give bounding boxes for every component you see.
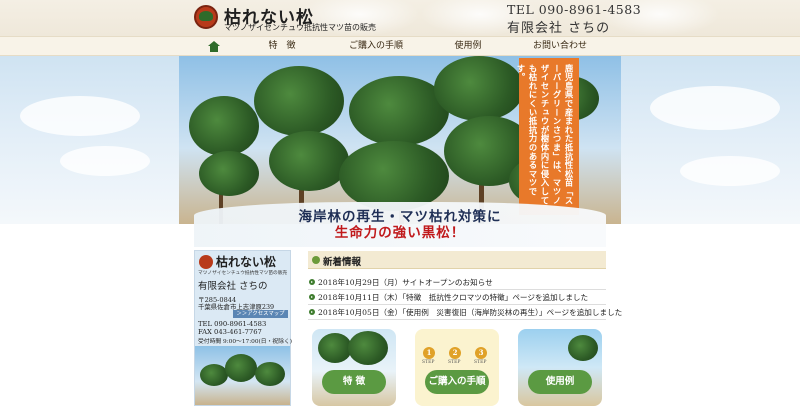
sidebar-company: 有限会社 さちの (198, 281, 268, 292)
nav-item-contact[interactable]: お問い合わせ (522, 37, 598, 56)
news-heading: 新着情報 (323, 257, 362, 268)
news-item-text[interactable]: 2018年10月05日（金）「使用例 災害復旧（海岸防災林の再生）」ページを追加… (318, 307, 622, 318)
card-purchase-label[interactable]: ご購入の手順 (425, 370, 489, 394)
step-2-icon: 2 (449, 347, 461, 359)
circle-arrow-icon (309, 294, 315, 300)
news-item[interactable]: 2018年10月29日（月）サイトオープンのお知らせ (308, 276, 606, 290)
news-item[interactable]: 2018年10月05日（金）「使用例 災害復旧（海岸防災林の再生）」ページを追加… (308, 306, 622, 320)
global-nav: 特 徴 ご購入の手順 使用例 お問い合わせ (0, 36, 800, 56)
pine-logo-icon (199, 255, 213, 269)
nav-item-features[interactable]: 特 徴 (250, 37, 314, 56)
sidebar-subtitle: マツノザイセンチュウ抵抗性マツ苗の販売 (198, 271, 288, 276)
sidebar-title: 枯れない松 (216, 255, 277, 269)
sidebar-hours: 受付時間 9:00〜17:00(日・祝除く) (198, 339, 293, 345)
step-label: STEP (422, 360, 435, 365)
site-header: 枯れない松 マツノザイセンチュウ抵抗性マツ苗の販売 TEL 090-8961-4… (0, 0, 800, 36)
hero-vertical-text: 鹿児島県で産まれた抵抗性松苗「スーパーグリーンさつま」は、マツノザイセンチュウが… (516, 58, 579, 215)
header-tel: TEL 090-8961-4583 (507, 2, 642, 17)
step-label: STEP (474, 360, 487, 365)
circle-arrow-icon (309, 309, 315, 315)
catch-line-2: 生命力の強い黒松！ (334, 225, 466, 241)
card-features[interactable]: 特 徴 (312, 329, 396, 406)
news-item-text[interactable]: 2018年10月11日（木）「特徴 抵抗性クロマツの特徴」ページを追加しました (318, 292, 588, 303)
card-examples-label[interactable]: 使用例 (528, 370, 592, 394)
sidebar-fax: FAX 043-461-7767 (198, 328, 262, 336)
step-1-icon: 1 (423, 347, 435, 359)
nav-item-purchase[interactable]: ご購入の手順 (334, 37, 418, 56)
header-company: 有限会社 さちの (507, 21, 611, 36)
leaf-icon (312, 256, 320, 264)
news-item[interactable]: 2018年10月11日（木）「特徴 抵抗性クロマツの特徴」ページを追加しました (308, 291, 606, 305)
circle-arrow-icon (309, 279, 315, 285)
card-purchase[interactable]: 1 2 3 STEP STEP STEP ご購入の手順 (415, 329, 499, 406)
card-features-label[interactable]: 特 徴 (322, 370, 386, 394)
step-label: STEP (448, 360, 461, 365)
site-subtitle: マツノザイセンチュウ抵抗性マツ苗の販売 (224, 23, 376, 32)
sidebar-tel: TEL 090-8961-4583 (198, 320, 267, 328)
access-map-link[interactable]: ＞＞アクセスマップ (233, 310, 288, 318)
pine-logo-icon[interactable] (194, 5, 218, 29)
news-heading-bar: 新着情報 (308, 251, 606, 269)
news-item-text[interactable]: 2018年10月29日（月）サイトオープンのお知らせ (318, 277, 493, 288)
card-examples[interactable]: 使用例 (518, 329, 602, 406)
sidebar-company-info: 枯れない松 マツノザイセンチュウ抵抗性マツ苗の販売 有限会社 さちの 〒285-… (194, 250, 293, 406)
nav-item-examples[interactable]: 使用例 (440, 37, 496, 56)
step-3-icon: 3 (475, 347, 487, 359)
home-icon[interactable] (208, 41, 220, 52)
sidebar-pine-photo (195, 346, 290, 405)
